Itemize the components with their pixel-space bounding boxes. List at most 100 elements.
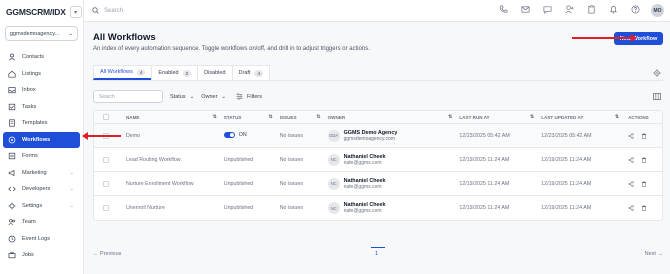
share-icon[interactable] (628, 205, 634, 211)
trash-icon[interactable] (641, 180, 647, 187)
sort-icon[interactable]: ⇅ (268, 114, 272, 120)
workflow-name[interactable]: Nurture Enrollment Workflow (118, 181, 220, 187)
sidebar-item-workflows[interactable]: Workflows (3, 131, 80, 148)
clipboard-icon[interactable] (587, 5, 596, 14)
last-run-at: 12/19/2025 11:24 AM (459, 205, 510, 211)
settings-gear-icon[interactable] (653, 69, 661, 77)
workflow-name[interactable]: Demo (118, 133, 220, 139)
chevron-down-icon: ⌄ (68, 30, 73, 37)
header-issues-label: Issues (279, 114, 297, 120)
avatar: NC (327, 153, 340, 166)
sidebar-item-label: Developers (22, 186, 51, 193)
bell-icon[interactable] (609, 5, 618, 14)
sidebar-item-team[interactable]: Team (3, 214, 80, 231)
sidebar-item-label: Contacts (22, 54, 45, 61)
filters-button[interactable]: Filters (236, 93, 262, 100)
toggle-switch[interactable] (223, 131, 235, 138)
sidebar-item-tasks[interactable]: Tasks (3, 99, 80, 116)
user-avatar[interactable]: MO (651, 4, 664, 17)
tab-all-workflows[interactable]: All Workflows 4 (93, 65, 153, 80)
sidebar-item-settings[interactable]: Settings ⌄ (3, 198, 80, 215)
share-icon[interactable] (628, 132, 634, 139)
tab-enabled[interactable]: Enabled 2 (151, 65, 199, 80)
sidebar-item-jobs[interactable]: Jobs (3, 247, 80, 264)
share-icon[interactable] (628, 156, 634, 163)
workflow-issues: No issues (279, 156, 303, 163)
table-row[interactable]: Lead Routing Workflow Unpublished No issue… (94, 148, 662, 172)
share-icon[interactable] (628, 180, 634, 187)
header-status[interactable]: Status ⇅ (220, 114, 276, 120)
sort-icon[interactable]: ⇅ (530, 114, 534, 120)
marketing-icon (8, 169, 16, 177)
tab-label: All Workflows (100, 69, 133, 75)
row-checkbox[interactable] (102, 205, 109, 211)
global-search[interactable]: Search (92, 7, 123, 14)
row-checkbox[interactable] (102, 156, 109, 163)
workflows-icon (8, 136, 16, 144)
sidebar-item-templates[interactable]: Templates (3, 115, 80, 132)
mail-icon[interactable] (521, 5, 530, 14)
workflow-name[interactable]: Lead Routing Workflow (118, 157, 220, 163)
table-row[interactable]: Demo ON No issues GDA GGMS Demo Agency ggmsde… (94, 124, 662, 148)
sidebar-item-label: Team (22, 219, 36, 226)
account-switcher[interactable]: ggmsdemoagency... ⌄ (5, 26, 78, 41)
select-all-checkbox[interactable] (102, 114, 109, 120)
last-updated-at: 12/23/2025 05:42 AM (541, 132, 592, 139)
workflow-owner: NC Nathaniel Cheek nate@ggms.com (324, 202, 456, 214)
owner-filter-dropdown[interactable]: Owner ⌄ (201, 94, 226, 100)
workflow-status[interactable]: ON (220, 131, 276, 140)
header-last-run[interactable]: Last Run At ⇅ (455, 114, 537, 120)
header-owner[interactable]: Owner ⇅ (324, 114, 456, 120)
chevron-down-icon: ⌄ (69, 169, 74, 176)
page-number[interactable]: 1 (375, 251, 378, 257)
header-last-updated[interactable]: Last Updated At ⇅ (537, 114, 622, 120)
add-user-icon[interactable] (565, 5, 574, 14)
app-logo[interactable]: GGMSCRM/IDX (6, 7, 66, 17)
previous-page-button[interactable]: ← Previous (93, 251, 121, 257)
sidebar-item-label: Tasks (22, 103, 37, 110)
trash-icon[interactable] (641, 205, 647, 211)
row-select-cell (94, 180, 118, 187)
table-row[interactable]: Nurture Enrollment Workflow Unpublished No… (94, 172, 662, 196)
help-icon[interactable] (631, 5, 640, 14)
header-name[interactable]: Name ⇅ (118, 114, 220, 120)
phone-icon[interactable] (499, 5, 508, 14)
sidebar-item-event-logs[interactable]: Event Logs (3, 231, 80, 248)
sort-icon[interactable]: ⇅ (448, 114, 452, 120)
workflow-issues: No issues (279, 205, 303, 211)
status-label: Unpublished (223, 156, 254, 163)
workflow-search-input[interactable]: Search (93, 90, 163, 103)
sidebar-item-label: Workflows (22, 136, 51, 143)
sidebar-item-developers[interactable]: Developers ⌄ (3, 181, 80, 198)
sidebar-item-contacts[interactable]: Contacts (3, 49, 80, 66)
next-page-button[interactable]: Next → (645, 251, 663, 257)
inbox-icon (8, 86, 16, 94)
account-name: ggmsdemoagency... (10, 30, 60, 37)
sidebar-item-forms[interactable]: Forms (3, 148, 80, 165)
sidebar-item-marketing[interactable]: Marketing ⌄ (3, 165, 80, 182)
tab-count-badge: 4 (254, 69, 263, 77)
sidebar-item-label: Marketing (22, 169, 47, 176)
trash-icon[interactable] (641, 132, 647, 139)
status-filter-dropdown[interactable]: Status ⌄ (170, 94, 194, 100)
trash-icon[interactable] (641, 156, 647, 163)
sidebar-item-label: Inbox (22, 87, 36, 94)
contacts-icon (8, 53, 16, 61)
sort-icon[interactable]: ⇅ (316, 114, 320, 120)
workflow-name[interactable]: Unenroll Nurture (118, 205, 220, 211)
sidebar-item-inbox[interactable]: Inbox (3, 82, 80, 99)
header-issues[interactable]: Issues ⇅ (276, 114, 324, 120)
status-toggle[interactable]: ON (223, 131, 247, 138)
sort-icon[interactable]: ⇅ (615, 114, 619, 120)
columns-icon[interactable] (653, 93, 661, 100)
status-label: Unpublished (223, 205, 254, 211)
table-row[interactable]: Unenroll Nurture Unpublished No issues NC Na… (94, 196, 662, 220)
sort-icon[interactable]: ⇅ (213, 114, 217, 120)
chevron-down-icon[interactable]: ▾ (69, 6, 82, 18)
tab-draft[interactable]: Draft 4 (231, 65, 270, 80)
row-checkbox[interactable] (102, 180, 109, 187)
header-status-label: Status (223, 114, 242, 120)
tab-disabled[interactable]: Disabled (197, 65, 233, 80)
chat-icon[interactable] (543, 5, 552, 14)
sidebar-item-listings[interactable]: Listings (3, 66, 80, 83)
